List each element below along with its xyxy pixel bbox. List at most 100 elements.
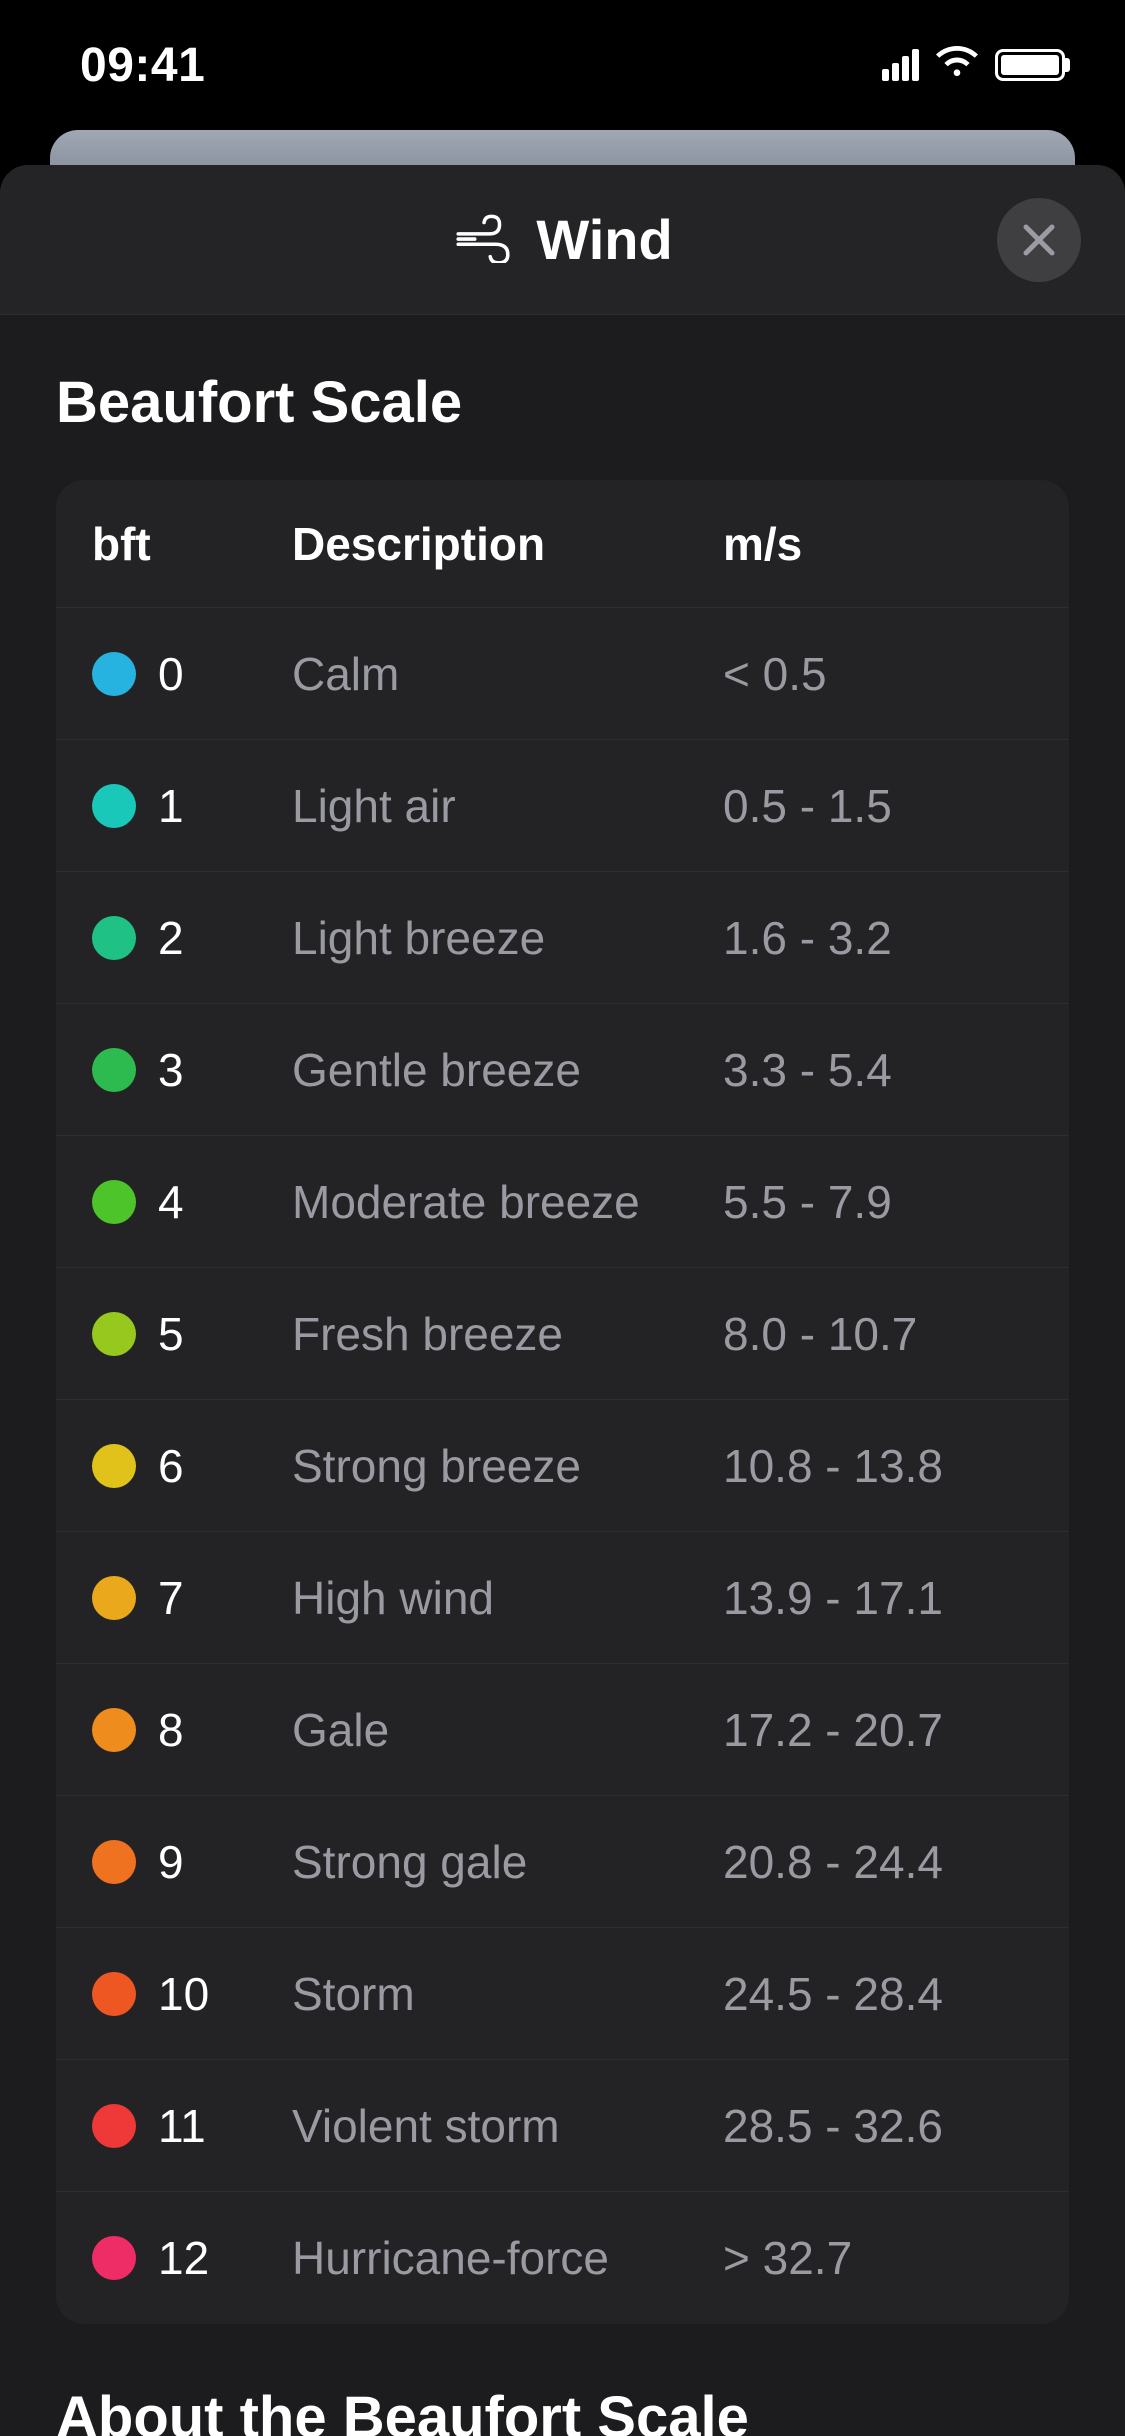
cell-ms: < 0.5: [723, 647, 1033, 701]
wind-sheet: Wind Beaufort Scale bft Description m/s …: [0, 165, 1125, 2436]
cell-ms: 17.2 - 20.7: [723, 1703, 1033, 1757]
bft-number: 10: [158, 1967, 209, 2021]
th-description: Description: [292, 517, 723, 571]
cell-bft: 7: [92, 1571, 292, 1625]
cell-description: Moderate breeze: [292, 1175, 723, 1229]
sheet-body[interactable]: Beaufort Scale bft Description m/s 0 Calm…: [0, 315, 1125, 2436]
bft-number: 5: [158, 1307, 184, 1361]
cell-description: Light breeze: [292, 911, 723, 965]
table-row: 11 Violent storm28.5 - 32.6: [56, 2060, 1069, 2192]
cell-ms: > 32.7: [723, 2231, 1033, 2285]
cell-ms: 24.5 - 28.4: [723, 1967, 1033, 2021]
table-row: 10 Storm24.5 - 28.4: [56, 1928, 1069, 2060]
scale-color-dot: [92, 1444, 136, 1488]
cell-bft: 2: [92, 911, 292, 965]
cell-bft: 1: [92, 779, 292, 833]
scale-color-dot: [92, 652, 136, 696]
wifi-icon: [935, 46, 979, 85]
bft-number: 7: [158, 1571, 184, 1625]
table-row: 1 Light air0.5 - 1.5: [56, 740, 1069, 872]
cell-ms: 13.9 - 17.1: [723, 1571, 1033, 1625]
bft-number: 11: [158, 2099, 206, 2153]
sheet-title: Wind: [0, 207, 1125, 272]
cell-ms: 5.5 - 7.9: [723, 1175, 1033, 1229]
cell-description: Fresh breeze: [292, 1307, 723, 1361]
th-bft: bft: [92, 517, 292, 571]
table-header: bft Description m/s: [56, 480, 1069, 608]
table-row: 9 Strong gale20.8 - 24.4: [56, 1796, 1069, 1928]
status-icons: [882, 46, 1065, 85]
table-row: 8 Gale17.2 - 20.7: [56, 1664, 1069, 1796]
cell-bft: 8: [92, 1703, 292, 1757]
table-row: 12 Hurricane-force> 32.7: [56, 2192, 1069, 2324]
cell-bft: 11: [92, 2099, 292, 2153]
cell-bft: 0: [92, 647, 292, 701]
cell-ms: 10.8 - 13.8: [723, 1439, 1033, 1493]
close-icon: [1020, 221, 1058, 259]
cell-ms: 8.0 - 10.7: [723, 1307, 1033, 1361]
scale-color-dot: [92, 1972, 136, 2016]
about-prefix: About the: [56, 2385, 343, 2436]
th-ms: m/s: [723, 517, 1033, 571]
scale-color-dot: [92, 2236, 136, 2280]
cell-description: Gentle breeze: [292, 1043, 723, 1097]
cell-bft: 3: [92, 1043, 292, 1097]
scale-color-dot: [92, 2104, 136, 2148]
bft-number: 1: [158, 779, 184, 833]
cell-description: Violent storm: [292, 2099, 723, 2153]
scale-color-dot: [92, 1840, 136, 1884]
cell-bft: 5: [92, 1307, 292, 1361]
cell-description: Storm: [292, 1967, 723, 2021]
bft-number: 8: [158, 1703, 184, 1757]
cell-ms: 1.6 - 3.2: [723, 911, 1033, 965]
cell-ms: 28.5 - 32.6: [723, 2099, 1033, 2153]
table-row: 7 High wind13.9 - 17.1: [56, 1532, 1069, 1664]
background-sheet-peek: [50, 130, 1075, 170]
cell-bft: 6: [92, 1439, 292, 1493]
cell-description: Strong gale: [292, 1835, 723, 1889]
cell-description: Strong breeze: [292, 1439, 723, 1493]
bft-number: 4: [158, 1175, 184, 1229]
bft-number: 3: [158, 1043, 184, 1097]
cell-description: Calm: [292, 647, 723, 701]
cell-ms: 0.5 - 1.5: [723, 779, 1033, 833]
table-row: 6 Strong breeze10.8 - 13.8: [56, 1400, 1069, 1532]
scale-color-dot: [92, 1180, 136, 1224]
scale-color-dot: [92, 1576, 136, 1620]
scale-color-dot: [92, 916, 136, 960]
cell-description: High wind: [292, 1571, 723, 1625]
section-title-beaufort: Beaufort Scale: [56, 369, 1069, 436]
cell-bft: 12: [92, 2231, 292, 2285]
table-row: 5 Fresh breeze8.0 - 10.7: [56, 1268, 1069, 1400]
battery-icon: [995, 49, 1065, 81]
cell-bft: 4: [92, 1175, 292, 1229]
scale-color-dot: [92, 1312, 136, 1356]
bft-number: 12: [158, 2231, 209, 2285]
sheet-header: Wind: [0, 165, 1125, 315]
beaufort-table: bft Description m/s 0 Calm< 0.5 1 Light air…: [56, 480, 1069, 2324]
table-row: 4 Moderate breeze5.5 - 7.9: [56, 1136, 1069, 1268]
cell-ms: 3.3 - 5.4: [723, 1043, 1033, 1097]
cell-description: Hurricane-force: [292, 2231, 723, 2285]
scale-color-dot: [92, 1708, 136, 1752]
status-time: 09:41: [80, 38, 205, 93]
bft-number: 0: [158, 647, 184, 701]
sheet-title-text: Wind: [536, 207, 672, 272]
scale-color-dot: [92, 784, 136, 828]
table-row: 0 Calm< 0.5: [56, 608, 1069, 740]
bft-number: 9: [158, 1835, 184, 1889]
bft-number: 2: [158, 911, 184, 965]
scale-color-dot: [92, 1048, 136, 1092]
wind-icon: [452, 211, 514, 268]
cell-ms: 20.8 - 24.4: [723, 1835, 1033, 1889]
close-button[interactable]: [997, 198, 1081, 282]
cell-description: Light air: [292, 779, 723, 833]
table-row: 2 Light breeze1.6 - 3.2: [56, 872, 1069, 1004]
table-row: 3 Gentle breeze3.3 - 5.4: [56, 1004, 1069, 1136]
bft-number: 6: [158, 1439, 184, 1493]
cell-bft: 10: [92, 1967, 292, 2021]
cell-bft: 9: [92, 1835, 292, 1889]
status-bar: 09:41: [0, 0, 1125, 130]
cellular-icon: [882, 49, 919, 81]
cell-description: Gale: [292, 1703, 723, 1757]
